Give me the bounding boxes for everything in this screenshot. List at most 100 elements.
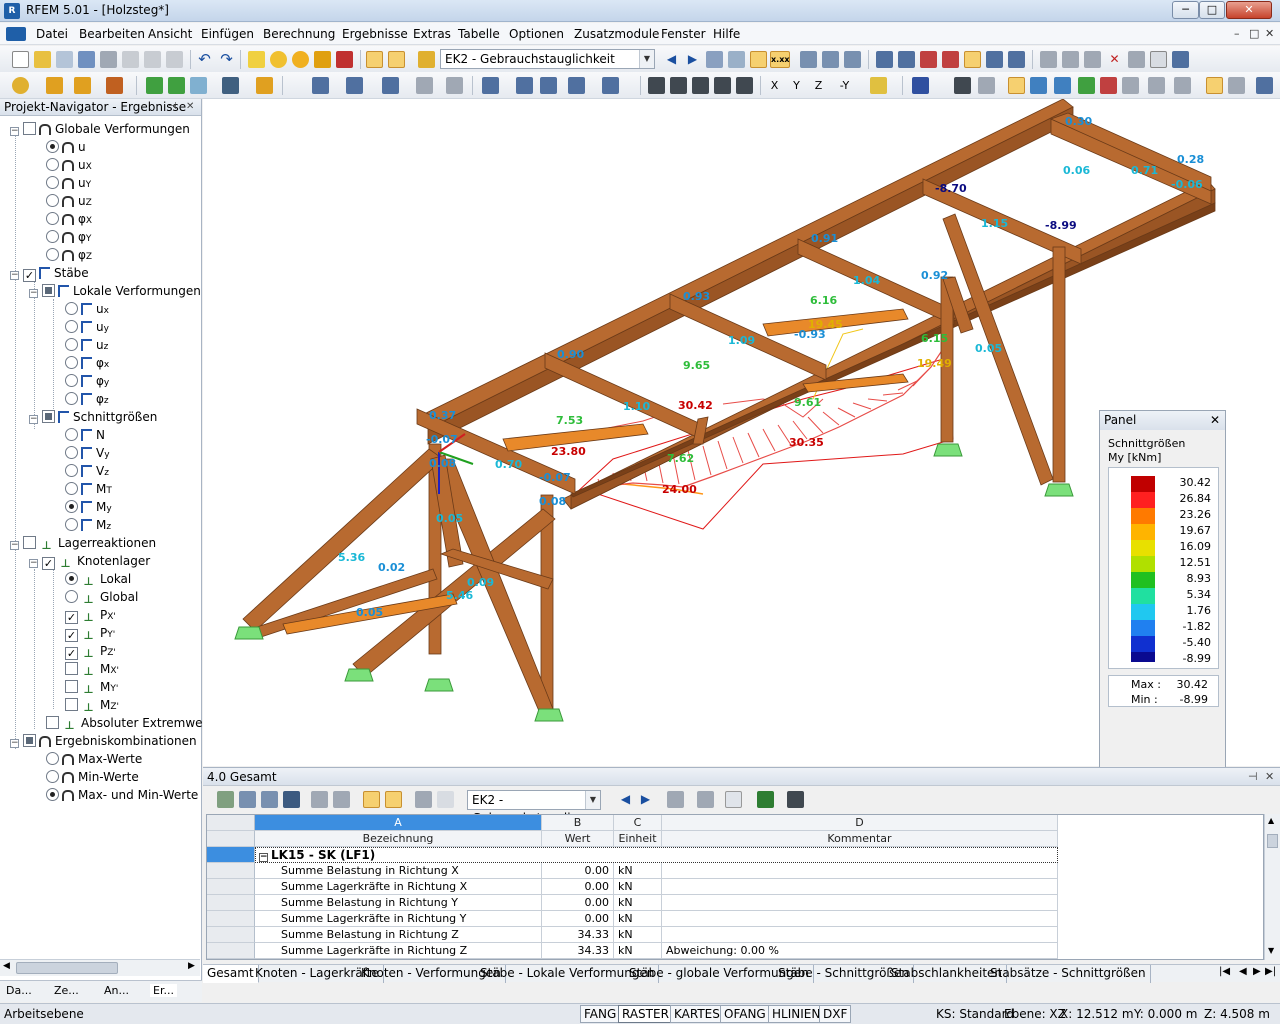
tab-first-icon[interactable]: |◀ [1219, 966, 1230, 977]
scroll-down-icon[interactable]: ▼ [1268, 946, 1274, 955]
scrollbar-thumb[interactable] [1267, 834, 1278, 848]
printer-icon[interactable] [122, 51, 139, 68]
minimize-button[interactable]: ─ [1172, 1, 1199, 19]
close-icon[interactable]: ✕ [1265, 768, 1274, 786]
row-header[interactable] [207, 943, 255, 959]
column-letter-d[interactable]: D [662, 815, 1058, 831]
cell-name[interactable]: Summe Lagerkräfte in Richtung Z [255, 943, 542, 959]
copy-icon[interactable] [416, 77, 433, 94]
cell-value[interactable]: 0.00 [542, 863, 614, 879]
table-row-group[interactable]: − LK15 - SK (LF1) [255, 847, 1058, 863]
cell-name[interactable]: Summe Belastung in Richtung X [255, 863, 542, 879]
nav-local-uy[interactable]: uy [65, 318, 109, 336]
project-icon[interactable] [568, 77, 585, 94]
selection-icon[interactable] [312, 77, 329, 94]
surface-icon[interactable] [190, 77, 207, 94]
layout-icon[interactable] [1148, 77, 1165, 94]
nav-support-reactions[interactable]: − ⊥ Lagerreaktionen [10, 534, 156, 552]
nav-nodal-supports[interactable]: − ✓ ⊥ Knotenlager [29, 552, 150, 570]
cell-name[interactable]: Summe Belastung in Richtung Z [255, 927, 542, 943]
nav-local-phix[interactable]: φx [65, 354, 109, 372]
nav-my-support[interactable]: ⊥ MY' [65, 678, 118, 696]
cell-comment[interactable] [662, 927, 1058, 943]
table-toggle-icon[interactable] [385, 791, 402, 808]
show-values-icon[interactable] [728, 51, 745, 68]
mirror-icon[interactable] [1084, 51, 1101, 68]
cell-comment[interactable]: Abweichung: 0.00 % [662, 943, 1058, 959]
cell-value[interactable]: 0.00 [542, 879, 614, 895]
menu-bearbeiten[interactable]: Bearbeiten [79, 27, 145, 41]
surface-display-icon[interactable] [1030, 77, 1047, 94]
nav-pz[interactable]: ✓ ⊥ PZ' [65, 642, 116, 660]
table-icon[interactable] [1174, 77, 1191, 94]
nav-px[interactable]: ✓ ⊥ PX' [65, 606, 116, 624]
nav-phix[interactable]: φX [46, 210, 92, 228]
cell-value[interactable]: 34.33 [542, 927, 614, 943]
maximize-button[interactable]: □ [1199, 1, 1225, 19]
line-icon[interactable] [46, 77, 63, 94]
nav-vz[interactable]: Vz [65, 462, 109, 480]
isometric-icon[interactable] [870, 77, 887, 94]
table-rows-icon[interactable] [333, 791, 350, 808]
nav-mz[interactable]: Mz [65, 516, 111, 534]
section-icon[interactable] [978, 77, 995, 94]
nav-local-deformations[interactable]: − Lokale Verformungen [29, 282, 201, 300]
toggle-raster[interactable]: RASTER [618, 1005, 673, 1023]
print-icon[interactable] [56, 51, 73, 68]
search-icon[interactable] [270, 51, 287, 68]
cell-unit[interactable]: kN [614, 879, 662, 895]
nav-uy[interactable]: uY [46, 174, 91, 192]
line-support-icon[interactable] [168, 77, 185, 94]
select-window-icon[interactable] [346, 77, 363, 94]
toggle-ofang[interactable]: OFANG [720, 1005, 770, 1023]
nav-max-values[interactable]: Max-Werte [46, 750, 142, 768]
menu-tabelle[interactable]: Tabelle [458, 27, 500, 41]
nav-local-ux[interactable]: ux [65, 300, 109, 318]
tab-results[interactable]: Er... [150, 984, 177, 997]
undo-icon[interactable]: ↶ [196, 51, 213, 68]
nav-local-uz[interactable]: uz [65, 336, 108, 354]
next-icon[interactable]: ▶ [684, 51, 701, 68]
view-icon[interactable] [920, 51, 937, 68]
nav-vy[interactable]: Vy [65, 444, 110, 462]
row-header[interactable] [207, 879, 255, 895]
results-on-icon[interactable] [750, 51, 767, 68]
column-letter-b[interactable]: B [542, 815, 614, 831]
pin-icon[interactable]: ⊣ [168, 99, 177, 115]
column-letter-a[interactable]: A [255, 815, 542, 831]
nav-min-values[interactable]: Min-Werte [46, 768, 139, 786]
nav-local[interactable]: ⊥ Lokal [65, 570, 131, 588]
navigator-horizontal-scrollbar[interactable]: ◀ ▶ [0, 959, 200, 976]
nav-local-phiz[interactable]: φz [65, 390, 109, 408]
tab-display[interactable]: Ze... [54, 984, 79, 997]
toggle-dxf[interactable]: DXF [819, 1005, 852, 1023]
nav-my[interactable]: My [65, 498, 112, 516]
table-toggle-icon[interactable] [363, 791, 380, 808]
tab-last-icon[interactable]: ▶| [1265, 966, 1276, 977]
row-header[interactable] [207, 927, 255, 943]
table-view-icon[interactable] [415, 791, 432, 808]
zoom-icon[interactable] [876, 51, 893, 68]
print-graphic-icon[interactable] [1256, 77, 1273, 94]
menu-fenster[interactable]: Fenster [661, 27, 706, 41]
collapse-icon[interactable]: − [259, 853, 268, 862]
column-header-kommentar[interactable]: Kommentar [662, 831, 1058, 847]
target-icon[interactable] [292, 51, 309, 68]
print-icon[interactable] [787, 791, 804, 808]
menu-ansicht[interactable]: Ansicht [148, 27, 192, 41]
column-letter-c[interactable]: C [614, 815, 662, 831]
nav-uz[interactable]: uZ [46, 192, 92, 210]
cell-comment[interactable] [662, 863, 1058, 879]
collapse-icon[interactable]: − [29, 415, 38, 424]
cell-value[interactable]: 0.00 [542, 895, 614, 911]
dimension-icon[interactable] [1062, 51, 1079, 68]
nav-mz-support[interactable]: ⊥ MZ' [65, 696, 119, 714]
table-export-icon[interactable] [217, 791, 234, 808]
cell-value[interactable]: 34.33 [542, 943, 614, 959]
solid-display-icon[interactable] [1054, 77, 1071, 94]
print-report-icon[interactable] [144, 51, 161, 68]
panel-icon[interactable] [1228, 77, 1245, 94]
visibility-icon[interactable] [692, 77, 709, 94]
settings-icon[interactable] [1172, 51, 1189, 68]
nav-members[interactable]: − ✓ Stäbe [10, 264, 89, 282]
